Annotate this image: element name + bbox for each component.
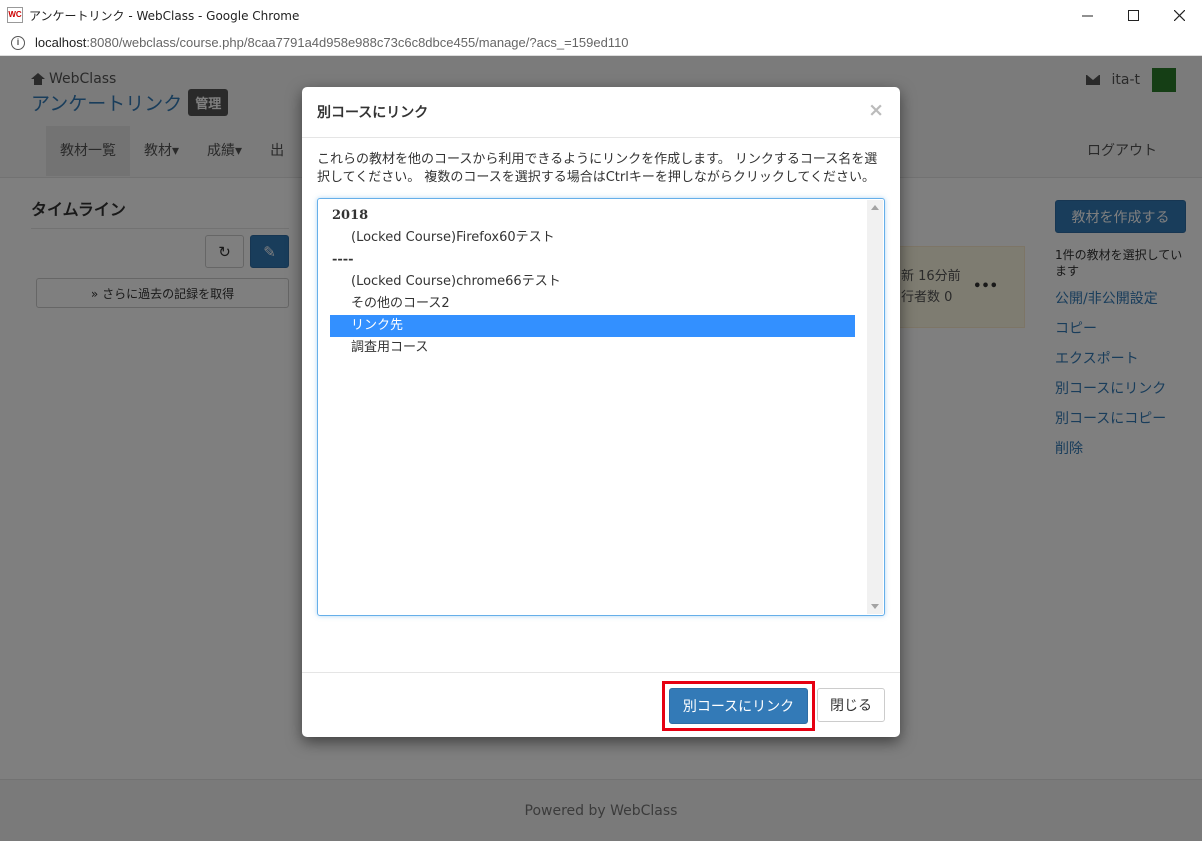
link-to-course-button[interactable]: 別コースにリンク: [669, 688, 808, 724]
list-scrollbar[interactable]: [867, 200, 883, 614]
maximize-icon: [1127, 9, 1139, 21]
course-option[interactable]: 調査用コース: [330, 337, 855, 359]
modal-description: これらの教材を他のコースから利用できるようにリンクを作成します。 リンクするコー…: [317, 152, 878, 185]
window-title: アンケートリンク - WebClass - Google Chrome: [29, 8, 300, 23]
modal-header: 別コースにリンク ×: [302, 87, 900, 138]
highlight-box: 別コースにリンク: [662, 681, 815, 731]
optgroup-label: 2018: [332, 208, 369, 223]
title-bar: WC アンケートリンク - WebClass - Google Chrome: [0, 0, 1202, 30]
course-select-list[interactable]: 2018 (Locked Course)Firefox60テスト ---- (L…: [317, 198, 885, 616]
minimize-icon: [1081, 15, 1093, 16]
modal-body: これらの教材を他のコースから利用できるようにリンクを作成します。 リンクするコー…: [302, 138, 900, 629]
close-icon: [1173, 9, 1185, 21]
maximize-button[interactable]: [1110, 0, 1156, 30]
address-bar[interactable]: i localhost:8080/webclass/course.php/8ca…: [0, 30, 1202, 56]
link-course-modal: 別コースにリンク × これらの教材を他のコースから利用できるようにリンクを作成し…: [302, 87, 900, 737]
close-window-button[interactable]: [1156, 0, 1202, 30]
optgroup-label: ----: [332, 252, 354, 267]
modal-close-icon[interactable]: ×: [868, 101, 884, 120]
modal-title: 別コースにリンク: [317, 105, 429, 121]
info-icon[interactable]: i: [11, 35, 25, 50]
url-text[interactable]: localhost:8080/webclass/course.php/8caa7…: [35, 35, 629, 50]
url-host: localhost: [35, 35, 87, 50]
modal-footer: 別コースにリンク 閉じる: [302, 672, 900, 737]
scroll-up-icon[interactable]: [871, 205, 879, 210]
scroll-down-icon[interactable]: [871, 604, 879, 609]
course-option-selected[interactable]: リンク先: [330, 315, 855, 337]
minimize-button[interactable]: [1064, 0, 1110, 30]
webclass-logo-icon: WC: [7, 7, 23, 23]
course-option[interactable]: (Locked Course)Firefox60テスト: [330, 227, 855, 249]
course-option[interactable]: (Locked Course)chrome66テスト: [330, 271, 855, 293]
url-path: :8080/webclass/course.php/8caa7791a4d958…: [86, 35, 629, 50]
close-button[interactable]: 閉じる: [817, 688, 885, 722]
course-option[interactable]: その他のコース2: [330, 293, 855, 315]
